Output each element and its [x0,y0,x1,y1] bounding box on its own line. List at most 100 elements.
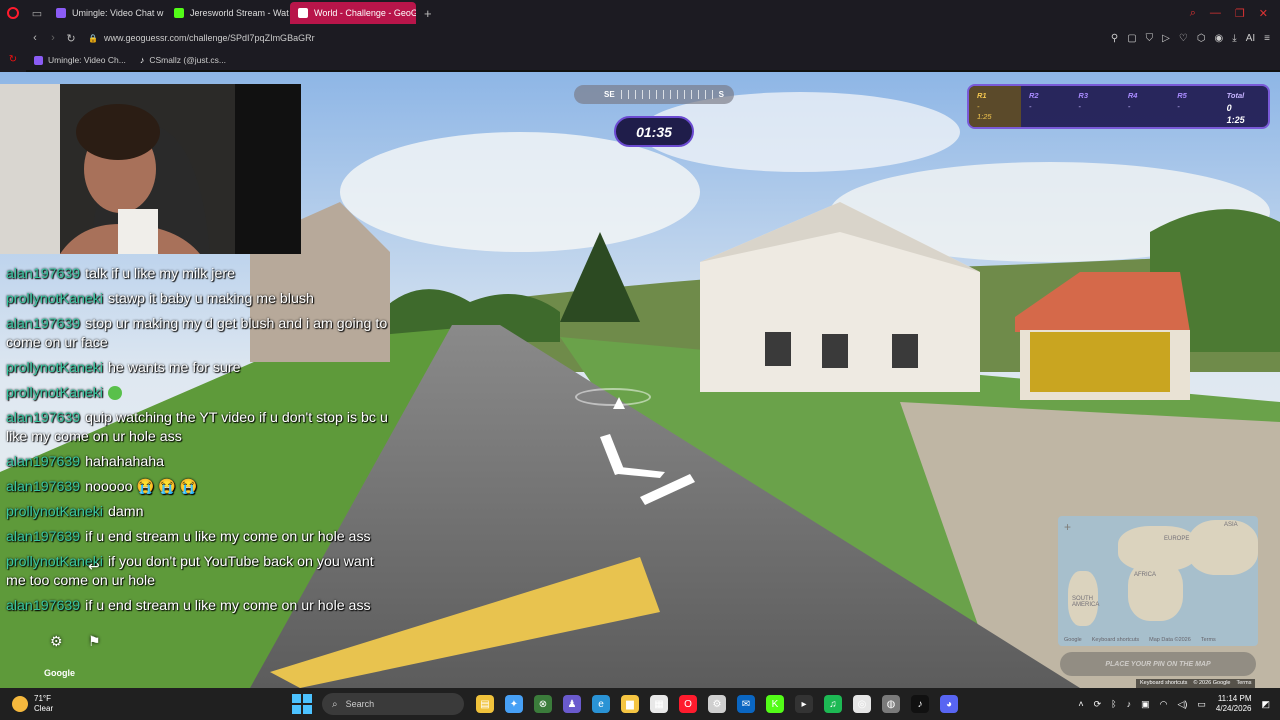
round-time: 1:25 [977,112,992,121]
new-tab-button[interactable]: + [416,6,440,21]
chat-message: alan197639 quip watching the YT video if … [6,409,396,447]
heart-icon[interactable]: ♡ [1179,33,1188,44]
chat-username: alan197639 [6,454,81,470]
tab-jeresworld[interactable]: Jeresworld Stream - Wat [166,2,290,24]
maximize-button[interactable]: ❐ [1235,7,1245,20]
taskbar-search[interactable]: ⌕ Search [322,693,464,715]
minimap-terms-link[interactable]: Terms [1201,637,1216,643]
minimap-map-data: Map Data ©2026 [1149,637,1191,643]
browser-tab-bar: ▭ Umingle: Video Chat w Jeresworld Strea… [0,0,1280,26]
chat-text: damn [108,504,144,520]
show-hidden-icons-icon[interactable]: ˄ [1078,699,1083,709]
chat-username: alan197639 [6,266,81,282]
battery-icon[interactable]: ▭ [1197,699,1206,710]
spotify-icon[interactable]: ♫ [824,695,842,713]
reload-button[interactable]: ↻ [62,32,80,45]
tab-label: Jeresworld Stream - Wat [190,8,289,18]
discord-icon[interactable]: ◕ [940,695,958,713]
pin-icon[interactable]: ⚲ [1111,33,1118,44]
weather-temp: 71°F [34,694,51,703]
place-pin-button[interactable]: PLACE YOUR PIN ON THE MAP [1060,652,1256,676]
chrome-icon[interactable]: ◎ [853,695,871,713]
tiktok-icon[interactable]: ♪ [911,695,929,713]
clock[interactable]: 11:14 PM 4/24/2026 [1216,694,1252,714]
streetview-attribution: Keyboard shortcuts © 2026 Google Terms [1136,679,1256,688]
lock-icon: 🔒 [88,33,98,43]
sync-icon[interactable]: ⟳ [1094,699,1102,710]
copyright-text: © 2026 Google [1193,680,1231,686]
download-icon[interactable]: ⤓ [1232,33,1236,44]
return-to-start-icon[interactable]: ↩ [88,558,100,575]
terms-link[interactable]: Terms [1236,680,1251,687]
aria-ai-icon[interactable]: AI [1246,33,1255,44]
file-explorer-icon[interactable]: ▤ [476,695,494,713]
shield-icon[interactable]: ⛉ [1146,33,1154,44]
round-label: R1 [977,91,987,100]
chat-username: alan197639 [6,598,81,614]
wifi-icon[interactable]: ◠ [1160,699,1168,710]
total-score-value: 0 [1226,102,1232,113]
compass-heading-s: S [718,90,724,99]
geoguessr-favicon-icon [298,8,308,18]
tab-geoguessr[interactable]: World - Challenge - GeoG [290,2,416,24]
kick-icon[interactable]: K [766,695,784,713]
forward-button[interactable]: › [44,32,62,44]
total-label: Total [1226,91,1245,100]
store-icon[interactable]: ▦ [650,695,668,713]
tab-overview-icon[interactable]: ▭ [26,0,48,26]
start-button[interactable] [292,694,312,714]
chat-message: prollynotKaneki he wants me for sure [6,359,396,378]
copilot-icon[interactable]: ✦ [505,695,523,713]
edge-icon[interactable]: e [592,695,610,713]
bookmark-tiktok[interactable]: ♪ CSmallz (@just.cs... [140,55,226,65]
url-field[interactable]: 🔒 www.geoguessr.com/challenge/SPdI7pqZIm… [88,33,315,43]
mic-icon[interactable]: ♪ [1127,699,1132,709]
chat-username: alan197639 [6,410,81,426]
sidebar-refresh-icon[interactable]: ↻ [9,54,17,65]
teams-icon[interactable]: ♟ [563,695,581,713]
app-tray-icon[interactable]: ▣ [1141,699,1150,710]
round-score-panel: R1 - 1:25 R2 - R3 - R4 - R5 - Total 0 1:… [967,84,1270,129]
map-label-south-america: SOUTH AMERICA [1072,596,1100,608]
bookmark-umingle[interactable]: Umingle: Video Ch... [34,55,126,65]
compass-heading-se: SE [604,90,615,99]
terminal-icon[interactable]: ▸ [795,695,813,713]
play-icon[interactable]: ▷ [1162,33,1170,44]
mail-icon[interactable]: ✉ [737,695,755,713]
minimize-button[interactable]: — [1210,7,1221,20]
obs-icon[interactable]: ◍ [882,695,900,713]
guess-minimap[interactable]: + ASIA EUROPE AFRICA SOUTH AMERICA Googl… [1058,516,1258,646]
flag-checkpoint-icon[interactable]: ⚑ [88,633,101,650]
zoom-in-icon[interactable]: + [1064,520,1071,534]
chat-message: prollynotKaneki if you don't put YouTube … [6,553,396,591]
back-button[interactable]: ‹ [26,32,44,44]
opera-logo-icon[interactable] [0,0,26,26]
compass: SE S [574,85,734,104]
close-window-button[interactable]: ✕ [1259,7,1268,20]
menu-icon[interactable]: ≡ [1264,33,1270,44]
folder-icon[interactable]: ▆ [621,695,639,713]
round-value: - [1177,101,1180,111]
snapshot-icon[interactable]: ▢ [1127,33,1136,44]
weather-widget[interactable]: 71°F Clear [0,694,280,714]
search-tabs-icon[interactable]: ⌕ [1190,7,1196,20]
minimap-shortcuts-link[interactable]: Keyboard shortcuts [1092,637,1139,643]
round-4: R4 - [1120,86,1169,127]
extensions-icon[interactable]: ⬡ [1197,33,1206,44]
chat-message: prollynotKaneki damn [6,503,396,522]
chat-message: alan197639 if u end stream u like my come… [6,597,396,616]
settings-icon[interactable]: ⚙ [708,695,726,713]
shortcuts-link[interactable]: Keyboard shortcuts [1140,680,1187,687]
settings-gear-icon[interactable]: ⚙ [50,633,63,650]
chat-username: alan197639 [6,316,81,332]
opera-icon[interactable]: O [679,695,697,713]
profile-icon[interactable]: ◉ [1215,33,1224,44]
volume-icon[interactable]: ◁) [1177,699,1187,710]
chat-text: stawp it baby u making me blush [108,291,314,307]
xbox-icon[interactable]: ⊗ [534,695,552,713]
map-land-africa [1128,561,1183,621]
tab-umingle[interactable]: Umingle: Video Chat w [48,2,166,24]
notifications-icon[interactable]: ◩ [1261,699,1270,710]
bluetooth-icon[interactable]: ᛒ [1111,699,1116,709]
round-label: R5 [1177,91,1187,100]
